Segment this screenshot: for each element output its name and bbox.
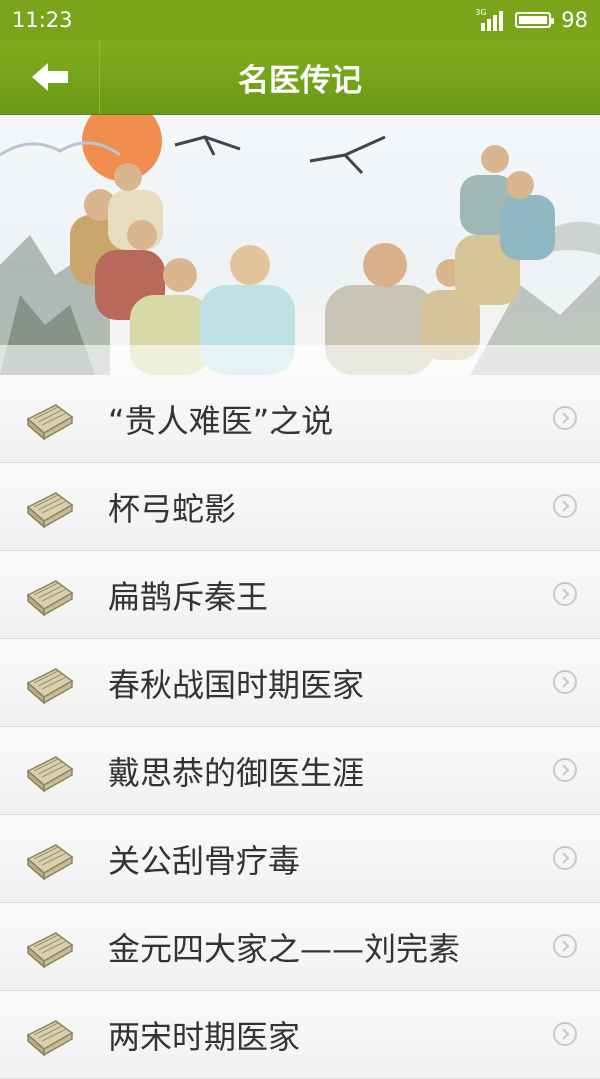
book-icon — [26, 580, 74, 617]
chevron-right-circle-icon — [553, 582, 577, 606]
list-item[interactable]: 扁鹊斥秦王 — [0, 551, 600, 639]
book-icon — [26, 932, 74, 969]
status-time: 11:23 — [12, 8, 73, 32]
chevron-right-circle-icon — [553, 494, 577, 518]
list-item-label: 杯弓蛇影 — [108, 489, 237, 528]
chevron-right-circle-icon — [553, 934, 577, 958]
title-bar: 名医传记 — [0, 40, 600, 115]
list-item[interactable]: “贵人难医”之说 — [0, 375, 600, 463]
list-item-label: 关公刮骨疗毒 — [108, 841, 301, 880]
chevron-right-circle-icon — [553, 758, 577, 782]
signal-icon: 3G — [475, 8, 505, 31]
list-item[interactable]: 春秋战国时期医家 — [0, 639, 600, 727]
book-icon — [26, 404, 74, 441]
list-item-label: 春秋战国时期医家 — [108, 665, 365, 704]
list-item-label: “贵人难医”之说 — [108, 401, 334, 440]
list-item[interactable]: 金元四大家之——刘完素 — [0, 903, 600, 991]
book-icon — [26, 844, 74, 881]
network-type-label: 3G — [475, 8, 487, 17]
status-icons: 3G 98 — [475, 8, 588, 32]
biography-list: “贵人难医”之说 杯弓蛇影扁鹊斥秦王春秋战国时期医家 戴思恭的御医生涯 关公刮骨疗毒金… — [0, 375, 600, 1079]
list-item-label: 扁鹊斥秦王 — [108, 577, 269, 616]
book-icon — [26, 756, 74, 793]
battery-icon — [515, 12, 555, 28]
list-item-label: 戴思恭的御医生涯 — [108, 753, 365, 792]
battery-percent: 98 — [561, 8, 588, 32]
book-icon — [26, 492, 74, 529]
list-item[interactable]: 两宋时期医家 — [0, 991, 600, 1079]
back-button[interactable] — [0, 40, 100, 114]
book-icon — [26, 1020, 74, 1057]
chevron-right-circle-icon — [553, 670, 577, 694]
chevron-right-circle-icon — [553, 846, 577, 870]
list-item-label: 两宋时期医家 — [108, 1017, 301, 1056]
list-item-label: 金元四大家之——刘完素 — [108, 929, 461, 968]
status-bar: 11:23 3G 98 — [0, 0, 600, 40]
banner-image — [0, 115, 600, 375]
chevron-right-circle-icon — [553, 406, 577, 430]
list-item[interactable]: 杯弓蛇影 — [0, 463, 600, 551]
list-item[interactable]: 戴思恭的御医生涯 — [0, 727, 600, 815]
back-arrow-icon — [31, 63, 68, 91]
book-icon — [26, 668, 74, 705]
chevron-right-circle-icon — [553, 1022, 577, 1046]
list-item[interactable]: 关公刮骨疗毒 — [0, 815, 600, 903]
